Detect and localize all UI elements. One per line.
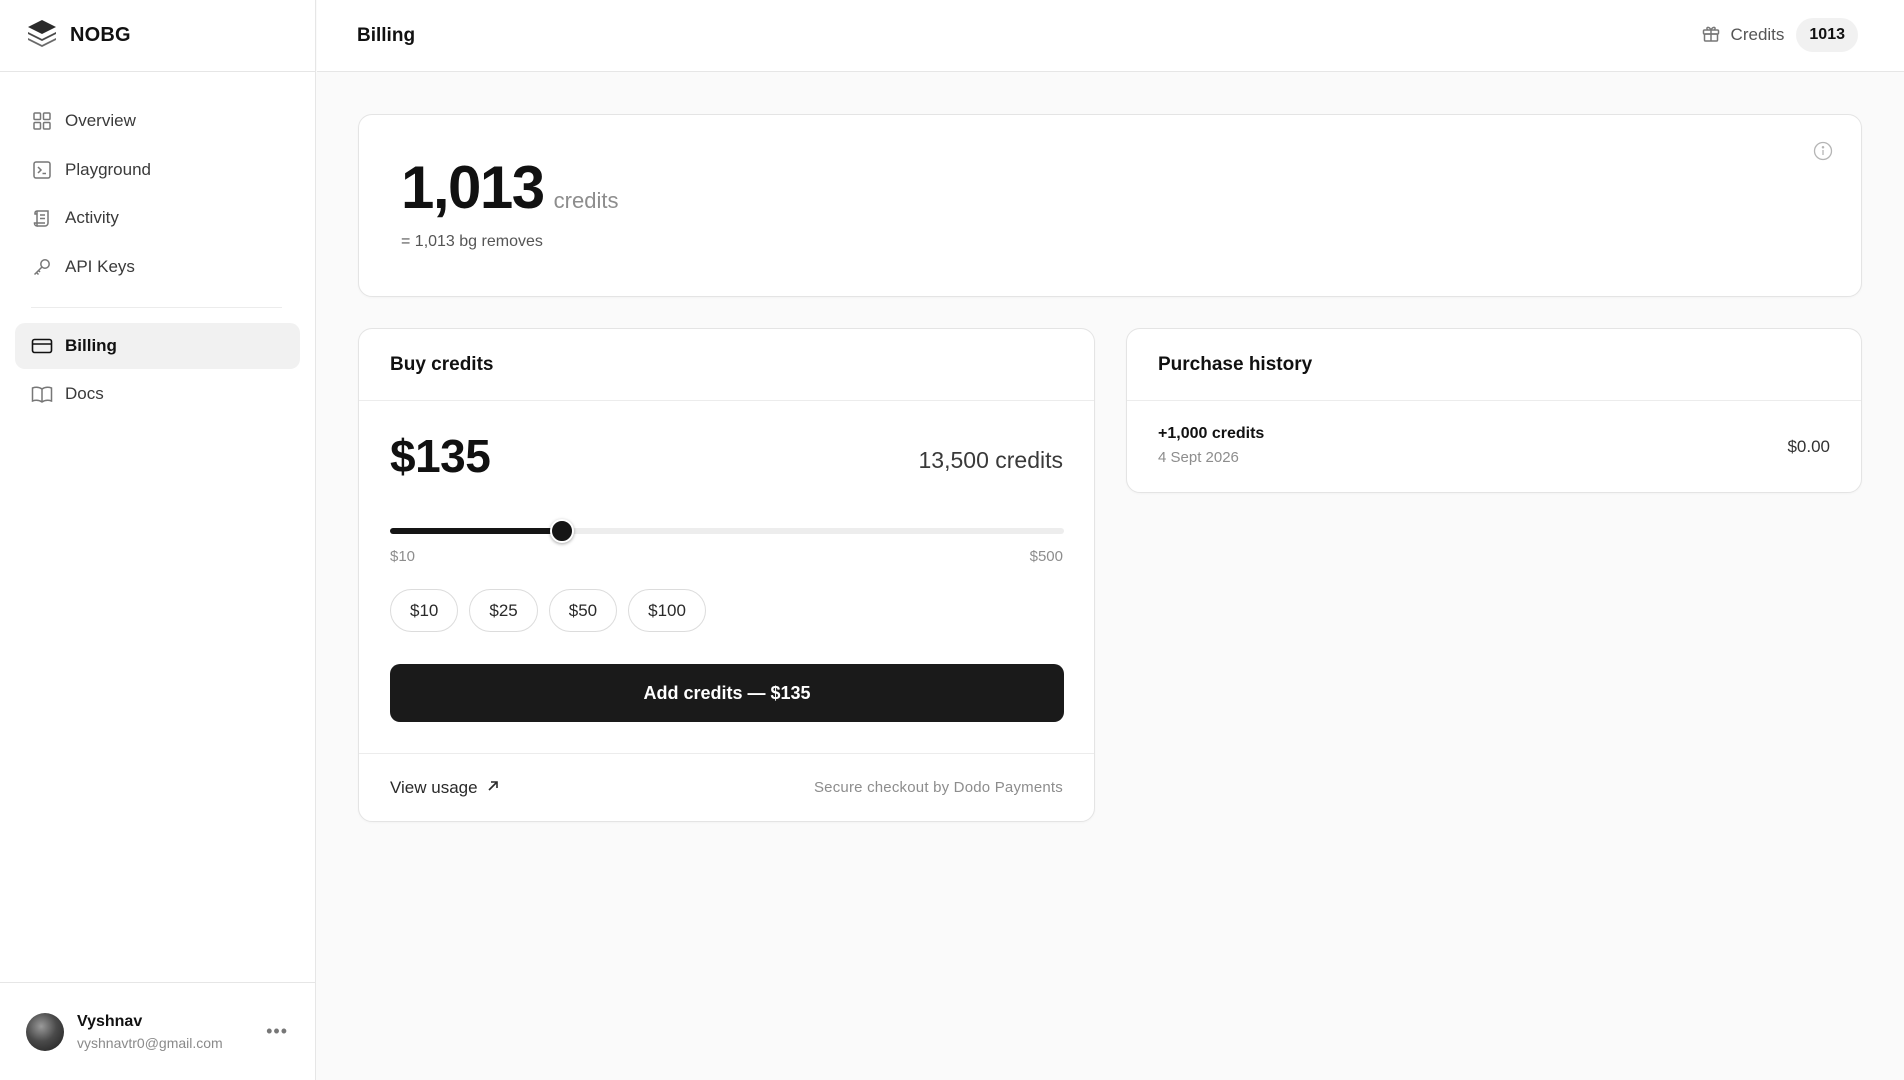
purchase-amount: $0.00	[1787, 437, 1830, 456]
balance-card: 1,013 credits = 1,013 bg removes	[358, 114, 1862, 297]
credits-badge: 1013	[1796, 18, 1858, 52]
sidebar-item-label: Billing	[65, 335, 117, 355]
sidebar-nav: Overview Playground Activity API Keys Bi…	[0, 72, 315, 417]
sidebar-item-label: Playground	[65, 159, 152, 179]
user-email: vyshnavtr0@gmail.com	[77, 1034, 223, 1051]
sidebar-item-api-keys[interactable]: API Keys	[15, 244, 300, 290]
book-icon	[31, 383, 53, 405]
slider-thumb[interactable]	[549, 519, 574, 543]
sidebar-item-label: API Keys	[65, 256, 135, 276]
topbar: Billing Credits 1013	[317, 0, 1904, 72]
sidebar-item-overview[interactable]: Overview	[15, 98, 300, 144]
preset-25-button[interactable]: $25	[469, 589, 538, 632]
grid-icon	[31, 110, 53, 132]
terminal-icon	[31, 159, 53, 181]
brand[interactable]: NOBG	[0, 0, 315, 72]
gift-icon	[1701, 23, 1721, 48]
sidebar-item-label: Activity	[65, 208, 119, 227]
buy-credits-header: Buy credits	[359, 329, 1094, 401]
purchase-history-header: Purchase history	[1127, 329, 1861, 401]
sidebar-item-label: Overview	[65, 111, 136, 130]
sidebar-item-label: Docs	[65, 384, 104, 403]
preset-10-button[interactable]: $10	[390, 589, 459, 632]
user-info: Vyshnav vyshnavtr0@gmail.com	[77, 1013, 223, 1051]
sidebar: NOBG Overview Playground Activity API Ke…	[0, 0, 316, 1080]
avatar	[26, 1012, 64, 1051]
view-usage-link[interactable]: View usage	[390, 778, 500, 798]
add-credits-button[interactable]: Add credits — $135	[390, 664, 1064, 722]
slider-max-label: $500	[1029, 548, 1063, 565]
balance-value: 1,013 credits	[401, 153, 618, 222]
preset-100-button[interactable]: $100	[628, 589, 706, 632]
purchase-credits: +1,000 credits	[1158, 425, 1265, 442]
credits-indicator[interactable]: Credits 1013	[1701, 18, 1858, 52]
slider-fill	[390, 528, 562, 534]
scroll-icon	[31, 207, 53, 229]
buy-credits-title: Buy credits	[390, 353, 494, 375]
sidebar-item-docs[interactable]: Docs	[15, 371, 300, 417]
preset-50-button[interactable]: $50	[548, 589, 618, 632]
layers-logo-icon	[26, 18, 58, 53]
amount-slider[interactable]	[390, 519, 1064, 543]
credits-label: Credits	[1730, 25, 1785, 44]
sidebar-item-activity[interactable]: Activity	[15, 195, 300, 241]
balance-subtext: = 1,013 bg removes	[401, 233, 543, 250]
more-options-icon[interactable]: •••	[266, 1021, 288, 1042]
view-usage-label: View usage	[390, 777, 478, 797]
sidebar-item-billing[interactable]: Billing	[15, 322, 300, 369]
selected-amount: $135	[390, 430, 491, 482]
buy-credits-footer: View usage Secure checkout by Dodo Payme…	[359, 753, 1094, 821]
nav-divider	[31, 306, 282, 308]
purchase-history-card: Purchase history +1,000 credits 4 Sept 2…	[1126, 328, 1862, 493]
credit-card-icon	[31, 335, 53, 357]
user-profile[interactable]: Vyshnav vyshnavtr0@gmail.com •••	[0, 982, 316, 1080]
info-icon[interactable]	[1813, 141, 1833, 166]
secure-checkout-note: Secure checkout by Dodo Payments	[813, 779, 1063, 796]
arrow-up-right-icon	[486, 778, 500, 798]
brand-name: NOBG	[70, 24, 131, 46]
purchase-date: 4 Sept 2026	[1158, 449, 1239, 466]
selected-credits: 13,500 credits	[918, 447, 1063, 473]
sidebar-item-playground[interactable]: Playground	[15, 147, 300, 193]
balance-unit: credits	[553, 188, 619, 213]
buy-credits-card: Buy credits $135 13,500 credits $10 $500…	[358, 328, 1095, 822]
preset-amounts: $10 $25 $50 $100	[390, 589, 717, 632]
list-item: +1,000 credits 4 Sept 2026 $0.00	[1158, 425, 1830, 475]
balance-number: 1,013	[401, 154, 545, 221]
user-name: Vyshnav	[77, 1012, 143, 1030]
page-title: Billing	[357, 24, 416, 46]
key-icon	[31, 256, 53, 278]
purchase-history-title: Purchase history	[1158, 353, 1313, 375]
slider-min-label: $10	[390, 548, 416, 565]
